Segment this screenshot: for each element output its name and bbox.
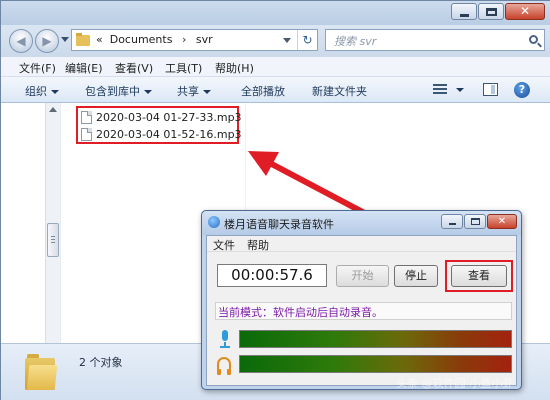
close-icon: ✕ [497, 216, 507, 227]
stop-button[interactable]: 停止 [394, 265, 438, 287]
new-folder-button[interactable]: 新建文件夹 [312, 83, 367, 99]
speaker-level-fill [240, 356, 511, 372]
back-arrow-icon: ◀ [16, 34, 26, 48]
mode-status: 当前模式：软件启动后自动录音。 [215, 302, 512, 320]
watermark: 头条 @软件园-小鱼小虾 [396, 377, 514, 390]
recorder-close-button[interactable]: ✕ [487, 214, 517, 229]
explorer-titlebar: ✕ [1, 1, 550, 25]
close-icon: ✕ [519, 4, 531, 18]
preview-pane-icon[interactable] [483, 83, 498, 96]
menu-tools[interactable]: 工具(T) [165, 60, 202, 76]
back-button[interactable]: ◀ [9, 29, 33, 53]
maximize-button[interactable] [478, 3, 504, 20]
breadcrumb-documents[interactable]: Documents [110, 33, 173, 46]
maximize-icon [471, 218, 480, 225]
speaker-level-meter [239, 355, 512, 373]
list-item[interactable]: 2020-03-04 01-52-16.mp3 [81, 126, 242, 143]
menu-edit[interactable]: 编辑(E) [65, 60, 103, 76]
organize-label: 组织 [25, 85, 47, 98]
play-all-button[interactable]: 全部播放 [241, 83, 285, 99]
help-icon[interactable]: ? [514, 82, 530, 98]
item-count: 2 个对象 [79, 356, 123, 369]
forward-arrow-icon: ▶ [42, 34, 52, 48]
search-icon[interactable] [529, 35, 538, 44]
search-input[interactable]: 搜索 svr [334, 33, 376, 49]
address-bar[interactable]: « Documents › svr ↻ [71, 29, 318, 51]
start-button[interactable]: 开始 [336, 265, 389, 287]
recorder-body: 文件 帮助 00:00:57.6 开始 停止 查看 当前模式：软件启动后自动录音… [206, 235, 517, 386]
forward-button[interactable]: ▶ [35, 29, 59, 53]
refresh-icon: ↻ [302, 33, 313, 47]
recording-timer: 00:00:57.6 [217, 264, 327, 287]
minimize-button[interactable] [451, 3, 477, 20]
breadcrumb-separator[interactable]: › [182, 33, 186, 46]
recorder-window: 楼月语音聊天录音软件 ✕ 文件 帮助 00:00:57.6 开始 停止 查看 当… [201, 210, 522, 390]
recorder-menu-bar: 文件 帮助 [207, 236, 516, 252]
recorder-titlebar: 楼月语音聊天录音软件 ✕ [202, 211, 521, 235]
views-icon[interactable] [433, 84, 447, 96]
menu-file[interactable]: 文件(F) [19, 60, 56, 76]
scroll-up-icon[interactable] [49, 107, 57, 112]
recorder-minimize-button[interactable] [441, 214, 463, 229]
navigation-pane [1, 103, 61, 343]
share-label: 共享 [177, 85, 199, 98]
chevron-down-icon [51, 90, 59, 94]
maximize-icon [486, 8, 497, 16]
breadcrumb-svr[interactable]: svr [196, 33, 213, 46]
recorder-maximize-button[interactable] [464, 214, 486, 229]
breadcrumb: « Documents › svr [96, 33, 213, 46]
file-name: 2020-03-04 01-27-33.mp3 [96, 111, 242, 124]
mic-level-meter [239, 330, 512, 348]
minimize-icon [449, 223, 456, 225]
refresh-button[interactable]: ↻ [297, 30, 317, 50]
chevron-down-icon [144, 90, 152, 94]
mode-text: 当前模式：软件启动后自动录音。 [218, 306, 383, 319]
menu-help[interactable]: 帮助(H) [215, 60, 254, 76]
recent-pages-dropdown[interactable] [61, 37, 69, 42]
app-icon [208, 216, 220, 228]
minimize-icon [460, 14, 469, 17]
headphone-icon [217, 357, 231, 375]
folder-icon [25, 354, 58, 390]
menu-view[interactable]: 查看(V) [115, 60, 153, 76]
file-name: 2020-03-04 01-52-16.mp3 [96, 128, 242, 141]
recorder-menu-help[interactable]: 帮助 [247, 237, 269, 253]
command-bar: 组织 包含到库中 共享 全部播放 新建文件夹 ? [1, 77, 550, 103]
file-icon [81, 111, 92, 124]
window-controls: ✕ [450, 3, 545, 20]
organize-button[interactable]: 组织 [25, 83, 59, 99]
scroll-thumb[interactable] [47, 223, 59, 257]
folder-icon [76, 33, 90, 46]
include-library-label: 包含到库中 [85, 85, 140, 98]
microphone-icon [219, 330, 231, 348]
recorder-menu-file[interactable]: 文件 [213, 237, 235, 253]
recorder-window-controls: ✕ [440, 214, 517, 229]
breadcrumb-overflow[interactable]: « [96, 33, 103, 46]
view-button[interactable]: 查看 [451, 265, 507, 287]
include-library-button[interactable]: 包含到库中 [85, 83, 152, 99]
search-box[interactable]: 搜索 svr [325, 29, 545, 51]
address-row: ◀ ▶ « Documents › svr ↻ 搜索 svr [1, 25, 550, 57]
chevron-down-icon [203, 90, 211, 94]
file-icon [81, 128, 92, 141]
share-button[interactable]: 共享 [177, 83, 211, 99]
nav-scrollbar[interactable] [45, 103, 60, 343]
address-dropdown[interactable] [283, 38, 291, 43]
close-button[interactable]: ✕ [505, 3, 545, 20]
list-item[interactable]: 2020-03-04 01-27-33.mp3 [81, 109, 242, 126]
menu-bar: 文件(F) 编辑(E) 查看(V) 工具(T) 帮助(H) [1, 57, 550, 77]
recorder-title: 楼月语音聊天录音软件 [224, 218, 334, 231]
views-dropdown[interactable] [456, 88, 464, 92]
column-divider [245, 103, 246, 223]
mic-level-fill [240, 331, 511, 347]
